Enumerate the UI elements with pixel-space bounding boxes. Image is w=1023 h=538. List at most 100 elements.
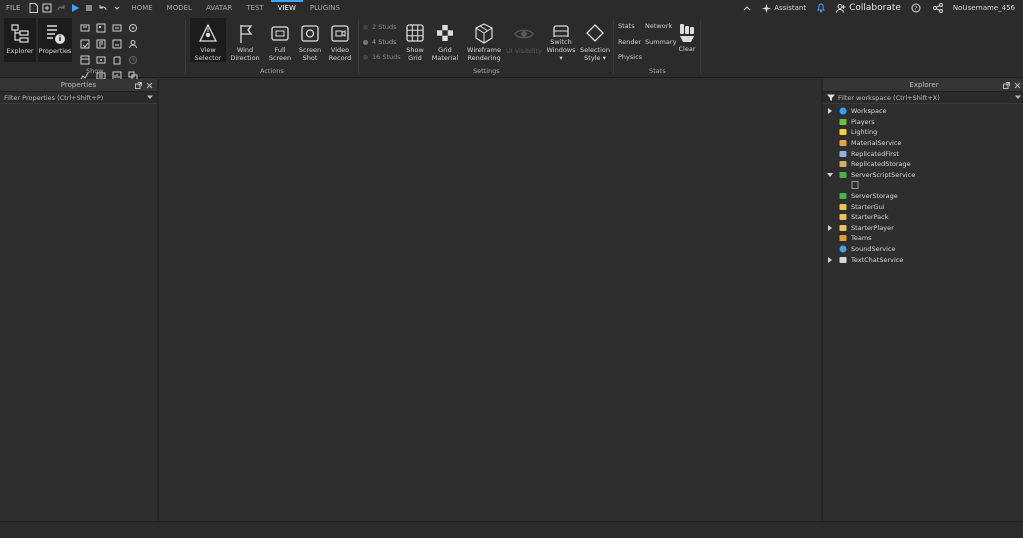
stop-icon[interactable]	[82, 0, 96, 16]
stats-toggle[interactable]: Stats	[618, 22, 635, 30]
studs-option-16[interactable]: 16 Studs	[363, 51, 401, 63]
clear-stats-button[interactable]: Clear	[676, 18, 698, 62]
ui-visibility-button[interactable]: UI Visibility	[506, 18, 542, 62]
tree-item[interactable]: StarterGui	[823, 201, 1023, 212]
tag-editor-icon[interactable]	[109, 36, 125, 52]
properties-button[interactable]: Properties	[38, 18, 72, 62]
radio-icon	[363, 54, 368, 60]
tab-avatar[interactable]: AVATAR	[199, 0, 239, 16]
tree-item[interactable]: StarterPack	[823, 212, 1023, 223]
undock-icon[interactable]	[135, 81, 142, 89]
tree-item-label: ServerStorage	[851, 192, 898, 201]
ribbon-separator	[185, 20, 186, 74]
context-icon[interactable]	[93, 52, 109, 68]
studs-option-4[interactable]: 4 Studs	[363, 36, 397, 48]
script-analysis-icon[interactable]	[93, 36, 109, 52]
output-icon[interactable]	[109, 20, 125, 36]
terrain-editor-icon[interactable]	[125, 20, 141, 36]
studs-label: 4 Studs	[372, 38, 397, 46]
selection-style-icon	[586, 24, 604, 42]
show-grid-button[interactable]: Show Grid	[402, 18, 428, 62]
expanded-arrow-icon[interactable]	[827, 172, 833, 178]
history-icon[interactable]	[125, 52, 141, 68]
collaborate-button[interactable]: Collaborate	[836, 3, 901, 13]
username[interactable]: NoUsername_456	[953, 4, 1015, 12]
share-icon[interactable]	[931, 0, 945, 16]
properties-panel: Properties Filter Properties (Ctrl+Shift…	[0, 79, 159, 521]
wireframe-rendering-button[interactable]: Wireframe Rendering	[465, 18, 503, 62]
tab-home[interactable]: HOME	[124, 0, 159, 16]
wireframe-label-1: Wireframe	[467, 46, 501, 54]
chevron-down-icon[interactable]	[147, 95, 153, 100]
file-menu[interactable]: FILE	[0, 0, 26, 16]
redo-icon[interactable]	[54, 0, 68, 16]
filter-icon[interactable]	[827, 94, 835, 101]
close-icon[interactable]	[1014, 82, 1021, 89]
tree-item[interactable]: Lighting	[823, 127, 1023, 138]
tree-item[interactable]: SoundService	[823, 244, 1023, 255]
switch-windows-button[interactable]: Switch Windows ▾	[544, 18, 578, 62]
assistant-button[interactable]: Assistant	[762, 3, 807, 13]
collapsed-arrow-icon[interactable]	[827, 224, 833, 231]
viewport[interactable]	[159, 79, 821, 521]
undo-icon[interactable]	[96, 0, 110, 16]
tab-plugins[interactable]: PLUGINS	[303, 0, 347, 16]
explorer-button[interactable]: Explorer	[4, 18, 36, 62]
tree-item[interactable]: MaterialService	[823, 138, 1023, 149]
tree-item[interactable]: Workspace	[823, 106, 1023, 117]
tree-item-label: SoundService	[851, 245, 896, 254]
tree-item[interactable]: StarterPlayer	[823, 223, 1023, 234]
sparkle-icon	[762, 3, 772, 13]
network-toggle[interactable]: Network	[645, 22, 672, 30]
tab-model[interactable]: MODEL	[160, 0, 199, 16]
settings-group-label: Settings	[473, 67, 500, 75]
publish-icon[interactable]	[40, 0, 54, 16]
explorer-label: Explorer	[6, 47, 34, 55]
tree-item[interactable]: ServerScriptService	[823, 170, 1023, 181]
play-icon[interactable]	[68, 0, 82, 16]
collapse-ribbon-icon[interactable]	[740, 0, 754, 16]
tree-item[interactable]	[823, 180, 1023, 191]
video-record-button[interactable]: Video Record	[326, 18, 354, 62]
command-bar-icon[interactable]	[77, 36, 93, 52]
tree-item[interactable]: ReplicatedFirst	[823, 148, 1023, 159]
explorer-filter-input[interactable]: Filter workspace (Ctrl+Shift+X)	[823, 92, 1023, 104]
close-icon[interactable]	[146, 82, 153, 89]
assistant-label: Assistant	[774, 4, 807, 12]
collapsed-arrow-icon[interactable]	[827, 256, 833, 263]
tab-test[interactable]: TEST	[239, 0, 270, 16]
object-browser-icon[interactable]	[77, 52, 93, 68]
help-icon[interactable]: ?	[909, 0, 923, 16]
selection-style-button[interactable]: Selection Style ▾	[579, 18, 611, 62]
render-toggle[interactable]: Render	[618, 38, 641, 46]
full-screen-button[interactable]: Full Screen	[266, 18, 294, 62]
tree-item[interactable]: ReplicatedStorage	[823, 159, 1023, 170]
dropdown-chevron-icon[interactable]	[110, 0, 124, 16]
notification-icon[interactable]	[814, 0, 828, 16]
grid-material-button[interactable]: Grid Material	[430, 18, 460, 62]
asset-manager-icon[interactable]	[77, 20, 93, 36]
new-file-icon[interactable]	[26, 0, 40, 16]
properties-filter-input[interactable]: Filter Properties (Ctrl+Shift+P)	[0, 92, 157, 104]
chevron-down-icon[interactable]	[1015, 95, 1021, 100]
view-selector-button[interactable]: View Selector	[190, 18, 226, 62]
tree-item[interactable]: Teams	[823, 233, 1023, 244]
collapsed-arrow-icon[interactable]	[827, 108, 833, 115]
script-recovery-icon[interactable]	[109, 52, 125, 68]
summary-toggle[interactable]: Summary	[645, 38, 676, 46]
tab-view[interactable]: VIEW	[270, 0, 304, 16]
screen-shot-button[interactable]: Screen Shot	[296, 18, 324, 62]
wind-direction-button[interactable]: Wind Direction	[229, 18, 261, 62]
undock-icon[interactable]	[1003, 81, 1010, 89]
tree-item[interactable]: ServerStorage	[823, 191, 1023, 202]
toolbox-icon[interactable]	[93, 20, 109, 36]
grid-material-label-2: Material	[431, 54, 459, 62]
properties-filter-placeholder: Filter Properties (Ctrl+Shift+P)	[4, 93, 104, 102]
tree-item[interactable]: TextChatService	[823, 254, 1023, 265]
studs-option-2[interactable]: 2 Studs	[363, 21, 397, 33]
tree-item[interactable]: Players	[823, 117, 1023, 128]
team-create-icon[interactable]	[125, 36, 141, 52]
selection-style-label-2: Style ▾	[584, 54, 606, 62]
physics-toggle[interactable]: Physics	[618, 53, 642, 61]
switch-windows-label-2: Windows ▾	[546, 46, 576, 62]
